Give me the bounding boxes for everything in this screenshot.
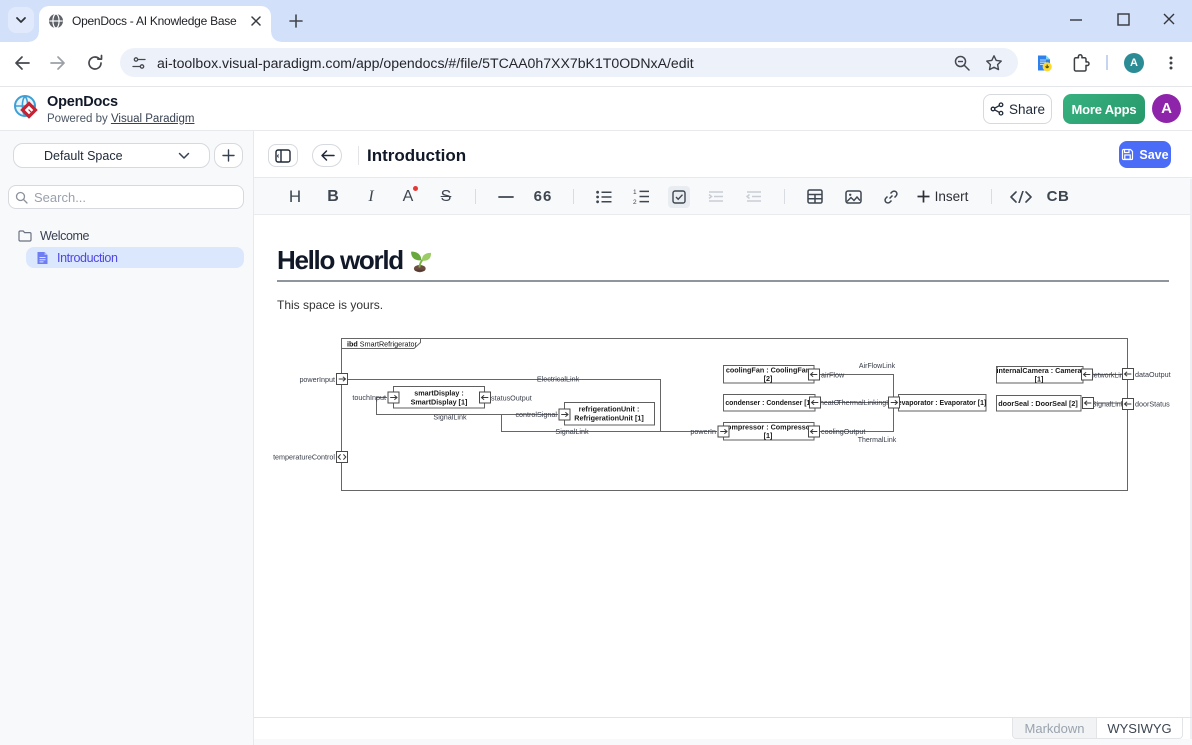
svg-text:coolingOutput: coolingOutput xyxy=(821,427,865,436)
svg-text:powerIn: powerIn xyxy=(690,427,716,436)
svg-text:ThermalLink: ThermalLink xyxy=(858,437,897,444)
svg-text:[2]: [2] xyxy=(764,374,773,383)
svg-text:SignalLink: SignalLink xyxy=(555,427,589,436)
svg-text:condenser : Condenser [1]: condenser : Condenser [1] xyxy=(725,400,812,407)
svg-text:controlSignal: controlSignal xyxy=(515,410,557,419)
svg-text:ElectricalLink: ElectricalLink xyxy=(537,375,580,384)
svg-text:RefrigerationUnit [1]: RefrigerationUnit [1] xyxy=(574,414,643,423)
svg-text:[1]: [1] xyxy=(1035,375,1044,384)
svg-text:statusOutput: statusOutput xyxy=(491,394,532,403)
svg-text:evaporator : Evaporator [1]: evaporator : Evaporator [1] xyxy=(898,400,986,407)
svg-text:SignalLink: SignalLink xyxy=(1092,402,1125,409)
svg-text:NetworkLink: NetworkLink xyxy=(1089,373,1128,380)
svg-text:ibd SmartRefrigerator: ibd SmartRefrigerator xyxy=(347,340,418,349)
svg-text:dataOutput: dataOutput xyxy=(1135,370,1171,379)
svg-text:temperatureControl: temperatureControl xyxy=(273,453,335,462)
svg-text:smartDisplay :: smartDisplay : xyxy=(414,389,464,398)
svg-text:AirFlowLink: AirFlowLink xyxy=(859,363,896,370)
svg-text:touchInput: touchInput xyxy=(352,393,386,402)
svg-text:doorSeal : DoorSeal [2]: doorSeal : DoorSeal [2] xyxy=(998,399,1077,408)
svg-text:ThermalLink: ThermalLink xyxy=(837,398,877,407)
svg-text:SmartDisplay [1]: SmartDisplay [1] xyxy=(411,398,468,407)
svg-text:doorStatus: doorStatus xyxy=(1135,400,1170,409)
svg-text:refrigerationUnit :: refrigerationUnit : xyxy=(579,405,640,414)
svg-text:powerInput: powerInput xyxy=(299,375,335,384)
svg-text:airFlow: airFlow xyxy=(821,371,845,380)
svg-text:SignalLink: SignalLink xyxy=(433,413,467,422)
svg-text:[1]: [1] xyxy=(764,431,773,440)
